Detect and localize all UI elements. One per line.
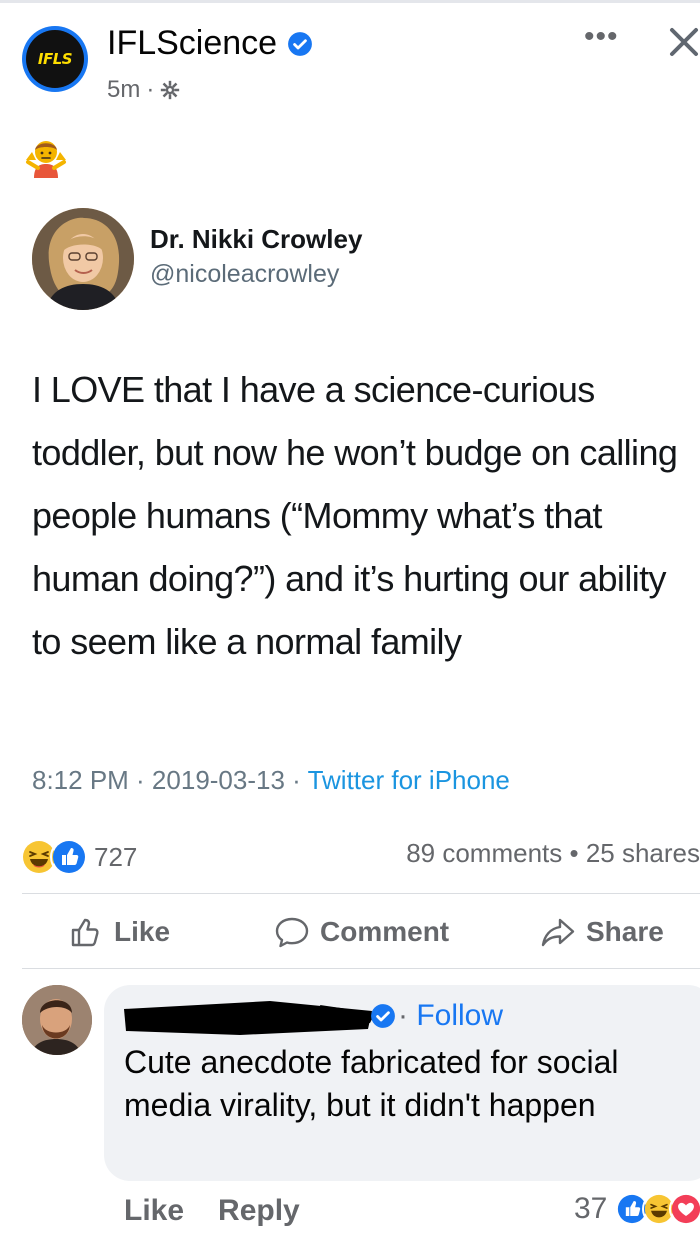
shrug-emoji-icon — [26, 141, 66, 178]
like-button[interactable]: Like — [68, 914, 170, 950]
share-button-label: Share — [586, 916, 664, 947]
comment-reactions[interactable]: 37 — [574, 1192, 700, 1226]
post-meta: 5m · — [107, 76, 180, 104]
ifls-logo: IFLS — [37, 50, 73, 68]
post-time[interactable]: 5m — [107, 76, 140, 104]
page-name[interactable]: IFLScience — [107, 24, 313, 63]
comment-reaction-count: 37 — [574, 1192, 608, 1225]
comments-shares-count[interactable]: 89 comments • 25 shares — [406, 838, 700, 869]
more-options-button[interactable]: ••• — [584, 20, 619, 54]
gear-icon — [161, 80, 180, 100]
follow-link[interactable]: · Follow — [398, 999, 503, 1033]
tweet-author-name[interactable]: Dr. Nikki Crowley — [150, 224, 362, 255]
divider — [22, 893, 700, 894]
page-avatar[interactable]: IFLS — [22, 26, 88, 92]
close-icon[interactable] — [668, 20, 700, 60]
redacted-name — [124, 1001, 375, 1035]
tweet-text: I LOVE that I have a science-curious tod… — [32, 369, 678, 662]
post-header: IFLS IFLScience 5m · ••• — [0, 0, 700, 120]
post-actions-bar: Like Comment Share — [0, 900, 700, 966]
comment-actions: Like Reply — [124, 1194, 300, 1228]
verified-badge-icon — [371, 1004, 395, 1028]
reaction-count: 727 — [94, 841, 138, 872]
comment-button-label: Comment — [320, 916, 450, 947]
commenter-avatar[interactable] — [22, 985, 92, 1055]
comment-bubble: · Follow Cute anecdote fabricated for so… — [104, 985, 700, 1181]
meta-separator: · — [146, 76, 155, 103]
page-name-label: IFLScience — [107, 24, 278, 62]
comment-like-button[interactable]: Like — [124, 1194, 184, 1228]
divider — [22, 968, 700, 969]
comment-button[interactable]: Comment — [274, 914, 449, 950]
verified-badge-icon — [288, 31, 313, 56]
embedded-tweet[interactable]: Dr. Nikki Crowley @nicoleacrowley I LOVE… — [0, 190, 700, 820]
thumbs-up-icon — [71, 918, 99, 947]
like-button-label: Like — [114, 916, 171, 947]
love-reaction-icon — [669, 1192, 700, 1226]
share-arrow-icon — [541, 918, 575, 947]
tweet-author-avatar[interactable] — [32, 208, 134, 310]
tweet-timestamp: 8:12 PM · 2019-03-13 · Twitter for iPhon… — [32, 765, 510, 796]
like-reaction-icon — [50, 838, 88, 876]
reactions-summary[interactable]: 727 — [20, 838, 137, 876]
share-button[interactable]: Share — [540, 914, 664, 950]
comment-bubble-icon — [275, 917, 309, 948]
tweet-source-link[interactable]: Twitter for iPhone — [308, 765, 510, 795]
comment-reply-button[interactable]: Reply — [218, 1194, 300, 1228]
tweet-time: 8:12 PM · 2019-03-13 · — [32, 765, 308, 795]
comment-text: Cute anecdote fabricated for social medi… — [124, 1044, 619, 1123]
follow-label: Follow — [416, 999, 504, 1032]
tweet-author-handle[interactable]: @nicoleacrowley — [150, 260, 339, 289]
